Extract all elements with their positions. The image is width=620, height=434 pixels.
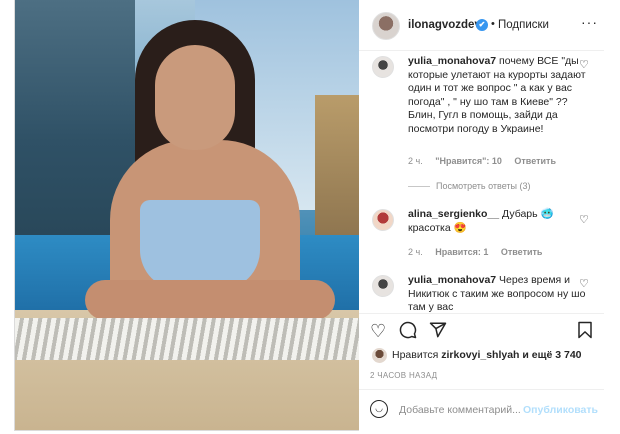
- paper-plane-icon[interactable]: [429, 321, 447, 343]
- view-replies-button[interactable]: Посмотреть ответы (3): [408, 181, 531, 191]
- comment-username[interactable]: yulia_monahova7: [408, 55, 496, 67]
- post-header: ilonagvozdeva ✔ • Подписки ···: [359, 0, 604, 51]
- follow-status-button[interactable]: Подписки: [498, 19, 549, 31]
- comment-icon-svg: [399, 321, 417, 339]
- header-separator: •: [491, 18, 495, 30]
- more-options-icon[interactable]: ···: [581, 14, 598, 30]
- photo-arm: [85, 280, 335, 320]
- publish-comment-button[interactable]: Опубликовать: [523, 404, 598, 416]
- post-photo[interactable]: [15, 0, 359, 430]
- likes-summary[interactable]: Нравится zirkovyi_shlyah и ещё 3 740: [392, 349, 582, 361]
- likes-count[interactable]: и ещё 3 740: [522, 349, 581, 361]
- comment-time: 2 ч.: [408, 247, 423, 257]
- author-avatar[interactable]: [372, 12, 400, 40]
- heart-icon[interactable]: ♡: [370, 321, 386, 341]
- comment-text: alina_sergienko__ Дубарь 🥶 красотка 😍: [408, 208, 586, 235]
- comment-avatar[interactable]: [372, 275, 394, 297]
- post-actions-bar: ♡: [359, 313, 604, 354]
- photo-tower: [315, 95, 359, 235]
- post-timestamp[interactable]: 2 ЧАСОВ НАЗАД: [370, 371, 437, 380]
- comment-meta: 2 ч. "Нравится": 10 Ответить: [408, 156, 566, 166]
- comment-likes[interactable]: Нравится: 1: [435, 247, 488, 257]
- liker-avatar[interactable]: [372, 348, 387, 363]
- view-replies-label: Посмотреть ответы (3): [436, 181, 531, 191]
- comment-text: yulia_monahova7 Через время и Никитюк с …: [408, 274, 586, 313]
- comment-avatar[interactable]: [372, 56, 394, 78]
- smile-icon[interactable]: ◡: [370, 400, 388, 418]
- bookmark-icon[interactable]: [577, 321, 593, 343]
- likes-prefix: Нравится: [392, 349, 439, 361]
- comment-meta: 2 ч. Нравится: 1 Ответить: [408, 247, 552, 257]
- comment-reply-button[interactable]: Ответить: [514, 156, 556, 166]
- comment-like-heart-icon[interactable]: ♡: [579, 277, 589, 290]
- post-side-panel: ilonagvozdeva ✔ • Подписки ··· yulia_mon…: [359, 0, 604, 431]
- comment-reply-button[interactable]: Ответить: [501, 247, 543, 257]
- likes-user[interactable]: zirkovyi_shlyah: [441, 349, 519, 361]
- comment-likes[interactable]: "Нравится": 10: [435, 156, 502, 166]
- paper-plane-icon-svg: [429, 322, 447, 338]
- verified-badge-icon: ✔: [476, 19, 488, 31]
- photo-swimsuit: [140, 200, 260, 290]
- comments-list[interactable]: yulia_monahova7 почему ВСЕ "ды которые у…: [359, 51, 604, 313]
- comment-avatar[interactable]: [372, 209, 394, 231]
- comment-text: yulia_monahova7 почему ВСЕ "ды которые у…: [408, 55, 586, 136]
- comment-like-heart-icon[interactable]: ♡: [579, 213, 589, 226]
- add-comment-bar: ◡ Опубликовать: [359, 389, 604, 432]
- comment-time: 2 ч.: [408, 156, 423, 166]
- comment-username[interactable]: yulia_monahova7: [408, 274, 496, 286]
- replies-divider: [408, 186, 430, 188]
- comment-input[interactable]: [399, 400, 529, 420]
- photo-pool-grate: [15, 318, 359, 360]
- bookmark-icon-svg: [578, 321, 592, 339]
- comment-like-heart-icon[interactable]: ♡: [579, 58, 589, 71]
- comment-username[interactable]: alina_sergienko__: [408, 208, 499, 220]
- comment-icon[interactable]: [399, 321, 417, 343]
- photo-face: [155, 45, 235, 150]
